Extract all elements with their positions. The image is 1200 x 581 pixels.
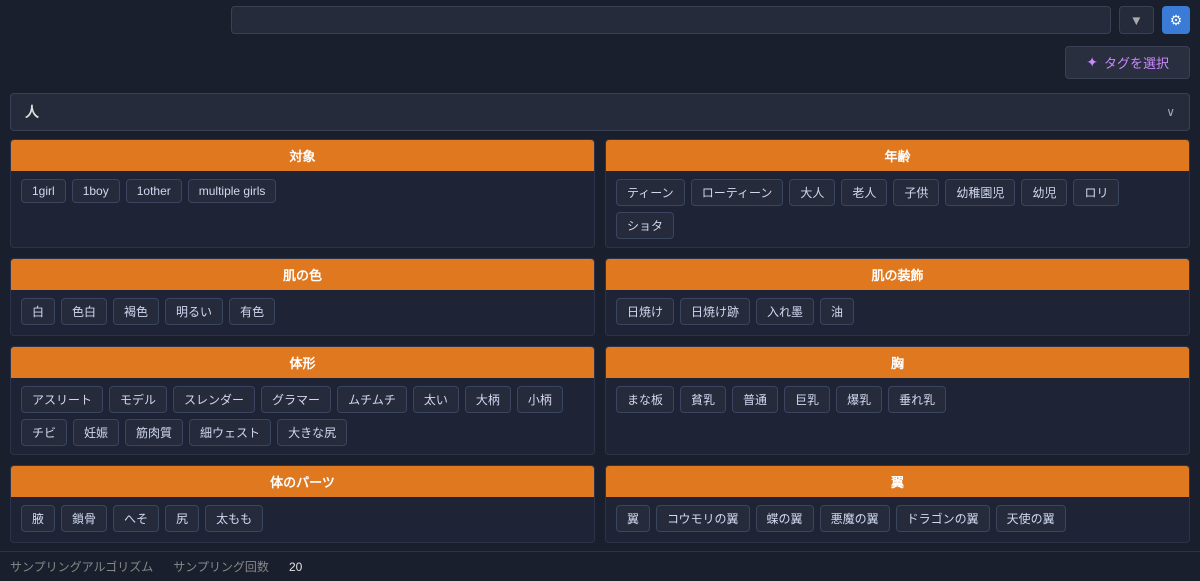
tag-item[interactable]: 1boy	[72, 179, 120, 203]
category-tags-skin-decoration: 日焼け日焼け跡入れ墨油	[606, 290, 1189, 335]
tag-item[interactable]: 日焼け	[616, 298, 674, 325]
category-body-parts: 体のパーツ腋鎖骨へそ尻太もも	[10, 465, 595, 543]
tag-item[interactable]: 1other	[126, 179, 182, 203]
chevron-down-icon: ∨	[1166, 105, 1175, 119]
tag-item[interactable]: 翼	[616, 505, 650, 532]
tag-item[interactable]: 老人	[841, 179, 887, 206]
section-title: 人	[25, 102, 39, 122]
category-skin-color: 肌の色白色白褐色明るい有色	[10, 258, 595, 336]
category-tags-body-parts: 腋鎖骨へそ尻太もも	[11, 497, 594, 542]
tag-item[interactable]: 入れ墨	[756, 298, 814, 325]
tag-item[interactable]: 天使の翼	[996, 505, 1066, 532]
star-icon: ✦	[1086, 54, 1098, 71]
tag-item[interactable]: グラマー	[261, 386, 331, 413]
tag-item[interactable]: 日焼け跡	[680, 298, 750, 325]
tag-item[interactable]: 筋肉質	[125, 419, 183, 446]
tag-item[interactable]: ロリ	[1073, 179, 1119, 206]
sampling-label: サンプリング回数	[173, 558, 269, 575]
category-tags-target: 1girl1boy1othermultiple girls	[11, 171, 594, 216]
tag-item[interactable]: 大人	[789, 179, 835, 206]
category-age: 年齢ティーンローティーン大人老人子供幼稚園児幼児ロリショタ	[605, 139, 1190, 248]
tag-item[interactable]: 普通	[732, 386, 778, 413]
top-bar: ▼ ⚙	[0, 0, 1200, 40]
bottom-bar: サンプリングアルゴリズム サンプリング回数 20	[0, 551, 1200, 581]
tag-item[interactable]: まな板	[616, 386, 674, 413]
tag-item[interactable]: コウモリの翼	[656, 505, 750, 532]
category-skin-decoration: 肌の装飾日焼け日焼け跡入れ墨油	[605, 258, 1190, 336]
tag-item[interactable]: ショタ	[616, 212, 674, 239]
settings-icon-button[interactable]: ⚙	[1162, 6, 1190, 34]
bottom-section-left: サンプリングアルゴリズム サンプリング回数 20	[10, 558, 302, 575]
tag-item[interactable]: 腋	[21, 505, 55, 532]
tag-item[interactable]: 貧乳	[680, 386, 726, 413]
category-header-age: 年齢	[606, 140, 1189, 171]
tag-item[interactable]: 幼児	[1021, 179, 1067, 206]
dropdown-button[interactable]: ▼	[1119, 6, 1154, 34]
tag-item[interactable]: 大柄	[465, 386, 511, 413]
tag-item[interactable]: 尻	[165, 505, 199, 532]
tag-item[interactable]: 色白	[61, 298, 107, 325]
algorithm-label: サンプリングアルゴリズム	[10, 558, 153, 575]
tag-item[interactable]: 太もも	[205, 505, 263, 532]
category-chest: 胸まな板貧乳普通巨乳爆乳垂れ乳	[605, 346, 1190, 455]
tag-item[interactable]: 明るい	[165, 298, 223, 325]
tag-item[interactable]: チビ	[21, 419, 67, 446]
category-header-body-shape: 体形	[11, 347, 594, 378]
main-content: 人 ∨ 対象1girl1boy1othermultiple girls年齢ティー…	[0, 85, 1200, 551]
category-wings: 翼翼コウモリの翼蝶の翼悪魔の翼ドラゴンの翼天使の翼	[605, 465, 1190, 543]
tag-item[interactable]: 大きな尻	[277, 419, 347, 446]
tag-item[interactable]: 太い	[413, 386, 459, 413]
tag-item[interactable]: ローティーン	[691, 179, 784, 206]
tag-item[interactable]: 悪魔の翼	[820, 505, 890, 532]
category-header-chest: 胸	[606, 347, 1189, 378]
category-tags-body-shape: アスリートモデルスレンダーグラマームチムチ太い大柄小柄チビ妊娠筋肉質細ウェスト大…	[11, 378, 594, 454]
dropdown-chevron: ▼	[1130, 13, 1143, 28]
tag-item[interactable]: スレンダー	[173, 386, 255, 413]
tag-item[interactable]: モデル	[109, 386, 167, 413]
tag-item[interactable]: 1girl	[21, 179, 66, 203]
category-tags-wings: 翼コウモリの翼蝶の翼悪魔の翼ドラゴンの翼天使の翼	[606, 497, 1189, 542]
tag-item[interactable]: 垂れ乳	[888, 386, 946, 413]
main-input[interactable]	[231, 6, 1111, 34]
tag-item[interactable]: 褐色	[113, 298, 159, 325]
tag-select-button[interactable]: ✦ タグを選択	[1065, 46, 1190, 79]
tag-select-label: タグを選択	[1104, 53, 1169, 72]
section-header-person[interactable]: 人 ∨	[10, 93, 1190, 131]
category-target: 対象1girl1boy1othermultiple girls	[10, 139, 595, 248]
categories-grid: 対象1girl1boy1othermultiple girls年齢ティーンローテ…	[10, 139, 1190, 543]
category-body-shape: 体形アスリートモデルスレンダーグラマームチムチ太い大柄小柄チビ妊娠筋肉質細ウェス…	[10, 346, 595, 455]
category-header-body-parts: 体のパーツ	[11, 466, 594, 497]
category-tags-age: ティーンローティーン大人老人子供幼稚園児幼児ロリショタ	[606, 171, 1189, 247]
tag-item[interactable]: 油	[820, 298, 854, 325]
tag-select-bar: ✦ タグを選択	[0, 40, 1200, 85]
tag-item[interactable]: 妊娠	[73, 419, 119, 446]
tag-item[interactable]: 巨乳	[784, 386, 830, 413]
sampling-value: 20	[289, 560, 302, 574]
tag-item[interactable]: へそ	[113, 505, 159, 532]
category-header-target: 対象	[11, 140, 594, 171]
category-tags-skin-color: 白色白褐色明るい有色	[11, 290, 594, 335]
tag-item[interactable]: ムチムチ	[337, 386, 407, 413]
settings-icon: ⚙	[1170, 12, 1183, 29]
tag-item[interactable]: 爆乳	[836, 386, 882, 413]
tag-item[interactable]: 細ウェスト	[189, 419, 271, 446]
tag-item[interactable]: 子供	[893, 179, 939, 206]
category-header-wings: 翼	[606, 466, 1189, 497]
tag-item[interactable]: multiple girls	[188, 179, 277, 203]
category-header-skin-color: 肌の色	[11, 259, 594, 290]
tag-item[interactable]: 白	[21, 298, 55, 325]
tag-item[interactable]: ドラゴンの翼	[896, 505, 990, 532]
tag-item[interactable]: 小柄	[517, 386, 563, 413]
category-header-skin-decoration: 肌の装飾	[606, 259, 1189, 290]
tag-item[interactable]: 鎖骨	[61, 505, 107, 532]
tag-item[interactable]: 有色	[229, 298, 275, 325]
tag-item[interactable]: アスリート	[21, 386, 103, 413]
tag-item[interactable]: 蝶の翼	[756, 505, 814, 532]
tag-item[interactable]: ティーン	[616, 179, 685, 206]
category-tags-chest: まな板貧乳普通巨乳爆乳垂れ乳	[606, 378, 1189, 423]
tag-item[interactable]: 幼稚園児	[945, 179, 1015, 206]
